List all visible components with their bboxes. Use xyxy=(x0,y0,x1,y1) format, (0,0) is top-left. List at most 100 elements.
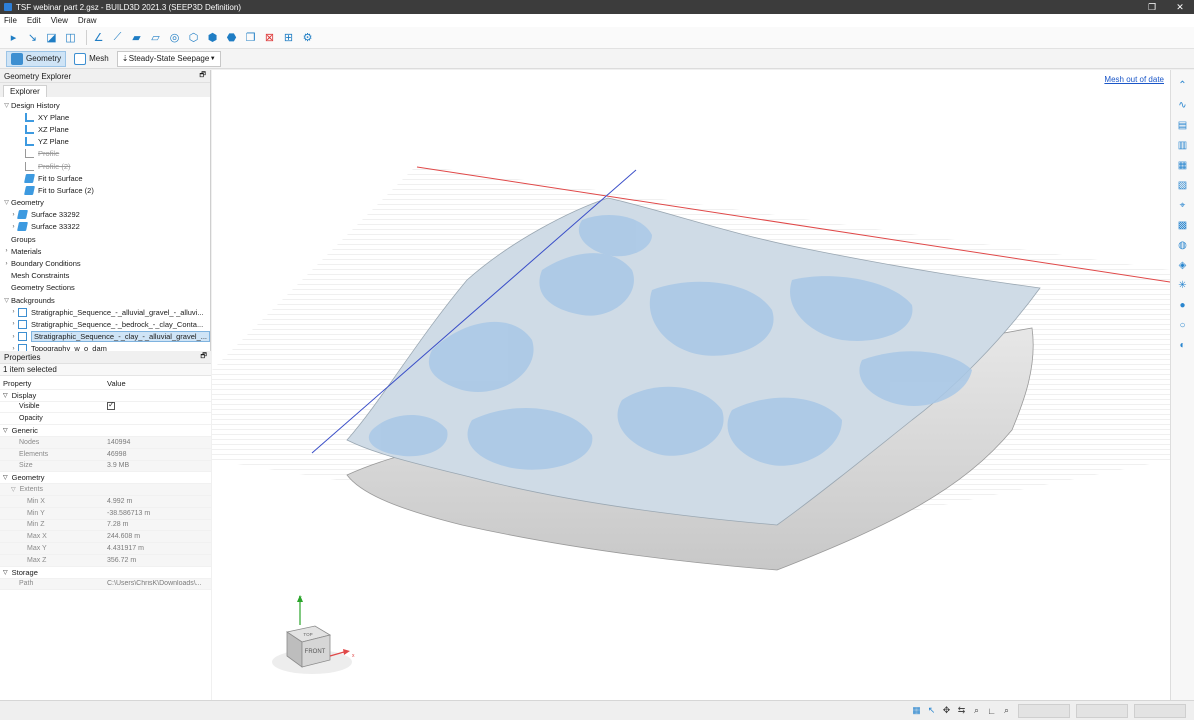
sun-icon[interactable]: ✳ xyxy=(1176,278,1190,292)
solid-cube-icon[interactable]: ⬢ xyxy=(205,30,220,45)
expand-toggle-icon[interactable]: ▽ xyxy=(3,427,8,434)
magnify-icon[interactable]: ⌕ xyxy=(1001,705,1012,716)
property-value-cell[interactable]: 3.9 MB xyxy=(107,462,211,469)
menu-draw[interactable]: Draw xyxy=(78,16,97,25)
grid-icon[interactable]: ▩ xyxy=(1176,218,1190,232)
view-cube[interactable]: FRONT TOP y x xyxy=(272,595,355,674)
tree-item[interactable]: › Stratigraphic_Sequence_-_alluvial_grave… xyxy=(0,306,210,318)
close-window-button[interactable]: ✕ xyxy=(1166,0,1194,14)
tree-item[interactable]: XZ Plane xyxy=(0,123,210,135)
split-icon[interactable]: ◫ xyxy=(63,30,78,45)
cursor-icon[interactable]: ↖ xyxy=(926,705,937,716)
3d-viewport[interactable]: FRONT TOP y x Mesh out of date xyxy=(212,70,1170,700)
tree-item[interactable]: XY Plane xyxy=(0,111,210,123)
property-value-cell[interactable]: 140994 xyxy=(107,439,211,446)
expand-toggle-icon[interactable]: ▽ xyxy=(2,102,11,109)
search-icon[interactable]: ○ xyxy=(1176,318,1190,332)
pin-properties-icon[interactable]: 🗗 xyxy=(200,352,207,363)
move-icon[interactable]: ✥ xyxy=(941,705,952,716)
mesh-mode-button[interactable]: Mesh xyxy=(70,51,113,67)
tree-item[interactable]: ▽ Backgrounds xyxy=(0,294,210,306)
mesh-out-of-date-link[interactable]: Mesh out of date xyxy=(1104,75,1164,84)
tree-item[interactable]: › Surface 33322 xyxy=(0,221,210,233)
shape-icon[interactable]: ▱ xyxy=(148,30,163,45)
tree-item[interactable]: Profile (2) xyxy=(0,160,210,172)
restore-window-button[interactable]: ❐ xyxy=(1138,0,1166,14)
property-category-row[interactable]: ▽ Display xyxy=(0,390,211,402)
expand-toggle-icon[interactable]: ▽ xyxy=(11,486,16,493)
tree-item[interactable]: Fit to Surface (2) xyxy=(0,184,210,196)
layer-4-icon[interactable]: ▧ xyxy=(1176,178,1190,192)
orbit-icon[interactable]: ⇆ xyxy=(956,705,967,716)
settings-view-icon[interactable]: ⊞ xyxy=(281,30,296,45)
analysis-select[interactable]: ⇣ Steady-State Seepage ▼ xyxy=(116,50,221,67)
grid-icon[interactable]: ▦ xyxy=(911,705,922,716)
layer-2-icon[interactable]: ▥ xyxy=(1176,138,1190,152)
tree-item[interactable]: Geometry Sections xyxy=(0,282,210,294)
property-category-row[interactable]: ▽ Generic xyxy=(0,425,211,437)
sketch-icon[interactable]: ∠ xyxy=(91,30,106,45)
property-value-cell[interactable] xyxy=(107,401,211,412)
geometry-mode-button[interactable]: Geometry xyxy=(6,50,67,67)
layer-icon[interactable]: ▤ xyxy=(1176,118,1190,132)
property-value-cell[interactable]: C:\Users\ChrisK\Downloads\... xyxy=(107,580,211,587)
wave-icon[interactable]: ∿ xyxy=(1176,98,1190,112)
draw-point-icon[interactable]: ◪ xyxy=(44,30,59,45)
cube-icon[interactable]: ◈ xyxy=(1176,258,1190,272)
property-category-row[interactable]: ▽ Storage xyxy=(0,567,211,579)
property-value-cell[interactable]: 356.72 m xyxy=(107,557,211,564)
property-value-cell[interactable]: 46998 xyxy=(107,451,211,458)
menu-file[interactable]: File xyxy=(4,16,17,25)
drop-icon[interactable]: ◐ xyxy=(1176,338,1190,352)
layer-3-icon[interactable]: ▦ xyxy=(1176,158,1190,172)
tab-explorer[interactable]: Explorer xyxy=(3,85,47,97)
sphere-icon[interactable]: ● xyxy=(1176,298,1190,312)
tree-item[interactable]: Profile xyxy=(0,148,210,160)
tree-item[interactable]: › Stratigraphic_Sequence_-_bedrock_-_clay… xyxy=(0,318,210,330)
tree-item[interactable]: Mesh Constraints xyxy=(0,270,210,282)
bucket-icon[interactable]: ◍ xyxy=(1176,238,1190,252)
gear-icon[interactable]: ⚙ xyxy=(300,30,315,45)
axis-icon[interactable]: ∟ xyxy=(986,705,997,716)
expand-toggle-icon[interactable]: ▽ xyxy=(3,474,8,481)
tree-item[interactable]: › Stratigraphic_Sequence_-_clay_-_alluvia… xyxy=(0,331,210,343)
property-value-cell[interactable]: 4.992 m xyxy=(107,498,211,505)
property-value-cell[interactable]: -38.586713 m xyxy=(107,510,211,517)
expand-toggle-icon[interactable]: ▽ xyxy=(2,297,11,304)
expand-toggle-icon[interactable]: ▽ xyxy=(3,569,8,576)
tree-item[interactable]: › Boundary Conditions xyxy=(0,257,210,269)
tree-item[interactable]: › Surface 33292 xyxy=(0,209,210,221)
property-value-cell[interactable]: 4.431917 m xyxy=(107,545,211,552)
expand-toggle-icon[interactable]: ▽ xyxy=(3,392,8,399)
surface-icon[interactable]: ▰ xyxy=(129,30,144,45)
expand-toggle-icon[interactable]: › xyxy=(2,248,11,254)
cube-icon[interactable]: ⬡ xyxy=(186,30,201,45)
fit-surface-icon[interactable]: ⟋ xyxy=(110,30,125,45)
property-value-cell[interactable]: 7.28 m xyxy=(107,521,211,528)
expand-toggle-icon[interactable]: › xyxy=(9,334,18,340)
pin-panel-icon[interactable]: 🗗 xyxy=(199,71,206,82)
stack-cube-icon[interactable]: ❐ xyxy=(243,30,258,45)
delete-shape-icon[interactable]: ⊠ xyxy=(262,30,277,45)
visible-checkbox[interactable] xyxy=(107,401,115,410)
menu-edit[interactable]: Edit xyxy=(27,16,41,25)
menu-view[interactable]: View xyxy=(51,16,68,25)
draw-line-icon[interactable]: ↘ xyxy=(25,30,40,45)
target-icon[interactable]: ◎ xyxy=(167,30,182,45)
expand-toggle-icon[interactable]: › xyxy=(9,321,18,327)
tree-item[interactable]: Groups xyxy=(0,233,210,245)
tree-item[interactable]: › Materials xyxy=(0,245,210,257)
tree-item[interactable]: ▽ Design History xyxy=(0,99,210,111)
property-value-cell[interactable]: 244.608 m xyxy=(107,533,211,540)
select-arrow-icon[interactable]: ▸ xyxy=(6,30,21,45)
tree-item[interactable]: ▽ Geometry xyxy=(0,197,210,209)
expand-toggle-icon[interactable]: › xyxy=(2,261,11,267)
half-cube-icon[interactable]: ⬣ xyxy=(224,30,239,45)
expand-toggle-icon[interactable]: ▽ xyxy=(2,199,11,206)
property-category-row[interactable]: ▽ Geometry xyxy=(0,472,211,485)
zoom-icon[interactable]: ⌕ xyxy=(971,705,982,716)
probe-icon[interactable]: ⌖ xyxy=(1176,198,1190,212)
expand-toggle-icon[interactable]: › xyxy=(9,309,18,315)
tree-item[interactable]: YZ Plane xyxy=(0,136,210,148)
tree-item[interactable]: Fit to Surface xyxy=(0,172,210,184)
